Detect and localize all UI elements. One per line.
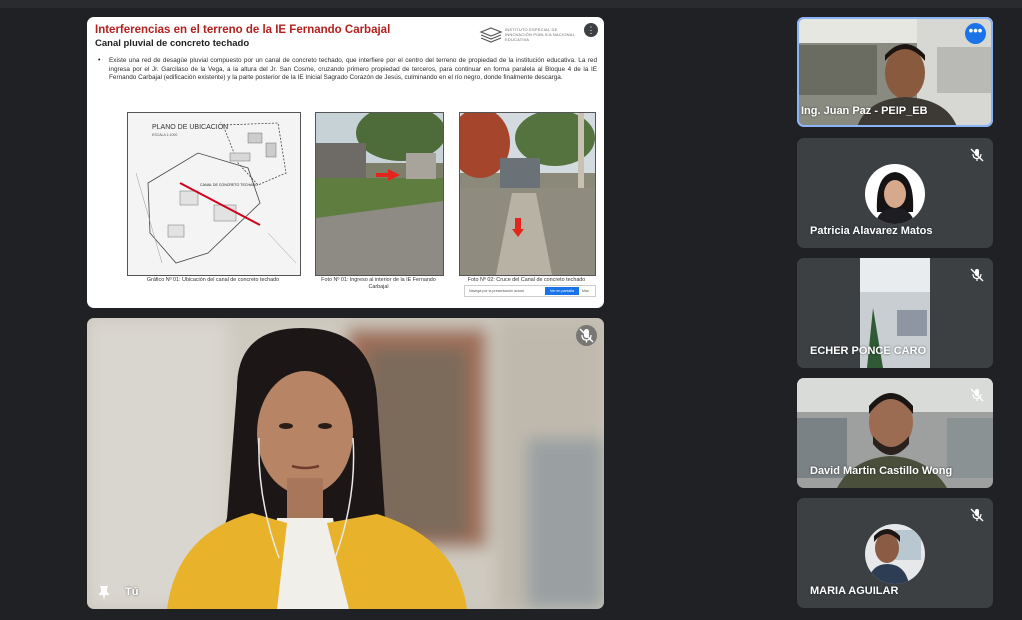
popup-more-link[interactable]: Más xyxy=(582,289,589,293)
popup-text: Navega por la presentación actual xyxy=(469,289,524,293)
institution-logo-icon xyxy=(479,27,503,43)
slide-title: Interferencias en el terreno de la IE Fe… xyxy=(95,24,391,36)
avatar xyxy=(865,164,925,224)
institution-logo-text: INSTITUTO ESPECIAL DE INNOVACIÓN PÚBLICA… xyxy=(505,27,575,42)
view-in-screen-button[interactable]: Ver en pantalla xyxy=(545,287,579,295)
photo1-caption: Foto Nº 01: Ingreso al interior de la IE… xyxy=(321,277,436,290)
pin-icon[interactable] xyxy=(97,585,111,601)
participant-tile-david[interactable]: David Martin Castillo Wong xyxy=(797,378,993,488)
slide-bullet: • xyxy=(98,57,101,64)
location-map-drawing: PLANO DE UBICACIÓN ESCALA 1:1000 CANAL D… xyxy=(128,113,300,275)
photo-entrance xyxy=(315,112,444,276)
location-map: PLANO DE UBICACIÓN ESCALA 1:1000 CANAL D… xyxy=(127,112,301,276)
photo-canal-crossing xyxy=(459,112,596,276)
map-title: PLANO DE UBICACIÓN xyxy=(152,122,228,131)
map-caption: Gráfico Nº 01: Ubicación del canal de co… xyxy=(146,277,280,283)
map-canal-label: CANAL DE CONCRETO TECHADO xyxy=(200,183,258,187)
mic-off-icon xyxy=(970,388,984,402)
participant-name-label: David Martin Castillo Wong xyxy=(810,465,953,477)
participant-name-label: ECHER PONCE CARO xyxy=(810,345,927,357)
participant-name-label: MARIA AGUILAR xyxy=(810,585,899,597)
participant-name-label: Ing. Juan Paz - PEIP_EB xyxy=(801,105,928,117)
presentation-navigation-popup: Navega por la presentación actual Ver en… xyxy=(464,285,596,297)
participant-tile-patricia[interactable]: Patricia Alavarez Matos xyxy=(797,138,993,248)
mic-off-icon xyxy=(970,268,984,282)
slide-subtitle: Canal pluvial de concreto techado xyxy=(95,38,250,49)
participant-tile-echer[interactable]: ECHER PONCE CARO xyxy=(797,258,993,368)
photo-canal-crossing-image xyxy=(460,113,595,275)
presentation-options-button[interactable]: ⋮ xyxy=(584,23,598,37)
avatar xyxy=(865,524,925,584)
self-video-tile[interactable]: Tú xyxy=(87,318,604,609)
mic-off-icon xyxy=(970,508,984,522)
window-top-strip xyxy=(0,0,1022,8)
photo2-caption: Foto Nº 02: Cruce del Canal de concreto … xyxy=(467,277,586,283)
slide-body-text: Existe una red de desagüe pluvial compue… xyxy=(109,57,597,82)
participant-tile-maria[interactable]: MARIA AGUILAR xyxy=(797,498,993,608)
self-video-feed xyxy=(87,318,604,609)
mic-off-icon xyxy=(970,148,984,162)
participant-more-options-button[interactable]: ••• xyxy=(965,23,986,44)
map-scale: ESCALA 1:1000 xyxy=(152,133,177,137)
participant-name-label: Patricia Alavarez Matos xyxy=(810,225,933,237)
self-mic-muted-icon xyxy=(576,325,597,346)
participant-tile-juan-paz[interactable]: ••• Ing. Juan Paz - PEIP_EB xyxy=(797,17,993,127)
shared-presentation: Interferencias en el terreno de la IE Fe… xyxy=(87,17,604,308)
photo-entrance-image xyxy=(316,113,443,275)
self-name-label: Tú xyxy=(125,586,139,598)
